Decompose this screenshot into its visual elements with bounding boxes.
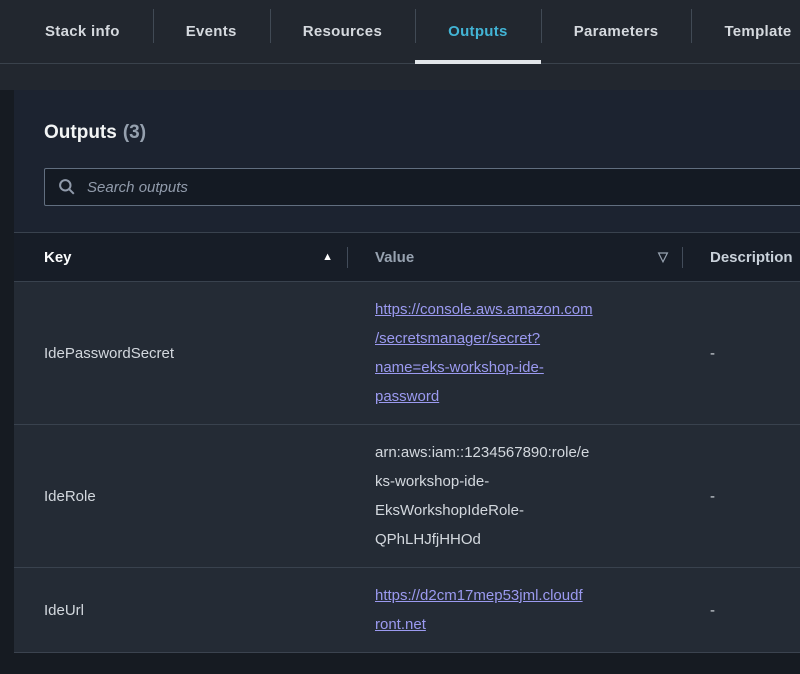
table-row: IdePasswordSecret https://console.aws.ama…: [14, 282, 800, 424]
output-key: IdeUrl: [14, 602, 348, 619]
outputs-panel: Outputs (3) Key ▲ Value ▽ Description Ide…: [14, 90, 800, 653]
search-box: [44, 168, 800, 206]
outputs-panel-header: Outputs (3): [14, 90, 800, 168]
output-value: arn:aws:iam::1234567890:role/e ks-worksh…: [348, 425, 683, 567]
tab-events[interactable]: Events: [153, 0, 270, 63]
outputs-count-badge: (3): [123, 122, 146, 143]
output-value-link[interactable]: https://d2cm17mep53jml.cloudf ront.net: [375, 587, 583, 633]
tab-parameters[interactable]: Parameters: [541, 0, 692, 63]
column-header-description-label: Description: [710, 249, 793, 266]
column-header-value[interactable]: Value ▽: [348, 233, 683, 281]
output-value: https://d2cm17mep53jml.cloudf ront.net: [348, 568, 683, 652]
stack-tabs: Stack infoEventsResourcesOutputsParamete…: [0, 0, 800, 64]
search-input[interactable]: [44, 168, 800, 206]
column-header-key-label: Key: [44, 249, 72, 266]
tab-template[interactable]: Template: [691, 0, 800, 63]
outputs-table-body: IdePasswordSecret https://console.aws.ama…: [14, 282, 800, 652]
table-row: IdeRolearn:aws:iam::1234567890:role/e ks…: [14, 424, 800, 567]
output-key: IdePasswordSecret: [14, 345, 348, 362]
tab-outputs[interactable]: Outputs: [415, 0, 541, 63]
output-value: https://console.aws.amazon.com /secretsm…: [348, 282, 683, 424]
output-description: -: [683, 345, 800, 362]
column-header-value-label: Value: [375, 249, 414, 266]
output-value-link[interactable]: https://console.aws.amazon.com /secretsm…: [375, 301, 593, 405]
sort-ascending-icon[interactable]: ▲: [322, 251, 333, 263]
table-row: IdeUrl https://d2cm17mep53jml.cloudf ront…: [14, 567, 800, 652]
column-header-key[interactable]: Key ▲: [14, 233, 348, 281]
output-description: -: [683, 602, 800, 619]
output-description: -: [683, 488, 800, 505]
tab-resources[interactable]: Resources: [270, 0, 415, 63]
tab-band: Stack infoEventsResourcesOutputsParamete…: [0, 0, 800, 90]
output-key: IdeRole: [14, 488, 348, 505]
sort-indicator-icon[interactable]: ▽: [658, 249, 668, 265]
tab-stack-info[interactable]: Stack info: [12, 0, 153, 63]
column-header-description[interactable]: Description: [683, 233, 800, 281]
page-title: Outputs: [44, 122, 117, 143]
table-header-row: Key ▲ Value ▽ Description: [14, 232, 800, 282]
